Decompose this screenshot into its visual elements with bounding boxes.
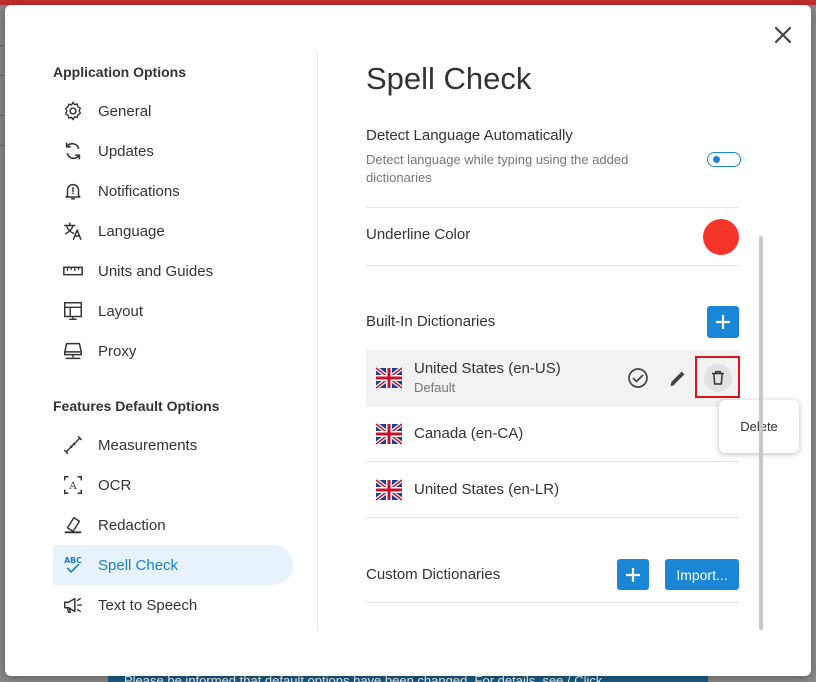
builtin-dictionaries-title: Built-In Dictionaries — [366, 313, 496, 330]
sidebar-item-label: Proxy — [98, 342, 137, 360]
abc-check-icon: ABC — [61, 553, 85, 577]
sidebar-item-text-to-speech[interactable]: Text to Speech — [53, 585, 293, 625]
sidebar-item-label: Redaction — [98, 516, 166, 534]
proxy-icon — [61, 339, 85, 363]
features-default-options-heading: Features Default Options — [53, 398, 220, 414]
pencil-icon — [670, 371, 685, 387]
uk-flag-icon — [376, 477, 402, 502]
uk-flag-icon — [376, 421, 402, 446]
import-button[interactable]: Import... — [665, 559, 739, 590]
check-circle-icon — [628, 368, 648, 388]
sidebar-item-label: Language — [98, 222, 165, 240]
sidebar-item-measurements[interactable]: Measurements — [53, 425, 293, 465]
toggle-knob — [713, 156, 720, 163]
options-dialog: Application Options General Updates Noti… — [5, 5, 811, 676]
sidebar-item-label: Spell Check — [98, 556, 179, 574]
sidebar-item-label: Measurements — [98, 436, 198, 454]
plus-icon — [716, 315, 730, 329]
dictionary-name: Canada (en-CA) — [414, 425, 524, 442]
separator — [366, 207, 739, 208]
sidebar-item-layout[interactable]: Layout — [53, 291, 293, 331]
set-default-button[interactable] — [624, 364, 652, 392]
edit-dictionary-button[interactable] — [664, 364, 692, 392]
underline-color-swatch[interactable] — [703, 219, 739, 255]
sidebar-item-notifications[interactable]: Notifications — [53, 171, 293, 211]
sidebar-item-label: Units and Guides — [98, 262, 214, 280]
sidebar-item-label: General — [98, 102, 152, 120]
ruler-icon — [61, 259, 85, 283]
layout-icon — [61, 299, 85, 323]
translate-icon — [61, 219, 85, 243]
dictionary-row-en-ca[interactable]: Canada (en-CA) — [366, 406, 739, 462]
sidebar-item-general[interactable]: General — [53, 91, 293, 131]
dictionary-row-en-lr[interactable]: United States (en-LR) — [366, 462, 739, 518]
dictionary-row-en-us[interactable]: United States (en-US) Default — [366, 350, 739, 406]
sidebar-item-proxy[interactable]: Proxy — [53, 331, 293, 371]
page-title: Spell Check — [366, 61, 532, 96]
measure-icon — [61, 433, 85, 457]
dictionary-name: United States (en-LR) — [414, 481, 560, 498]
separator — [366, 265, 739, 266]
delete-button-highlight — [695, 356, 740, 398]
sidebar-item-language[interactable]: Language — [53, 211, 293, 251]
refresh-icon — [61, 139, 85, 163]
add-custom-dictionary-button[interactable] — [617, 559, 649, 590]
application-options-heading: Application Options — [53, 64, 186, 80]
sidebar-divider — [317, 53, 318, 630]
sidebar-item-label: Notifications — [98, 182, 180, 200]
detect-language-title: Detect Language Automatically — [366, 127, 573, 144]
sidebar-item-label: OCR — [98, 476, 132, 494]
detect-language-description: Detect language while typing using the a… — [366, 152, 629, 185]
uk-flag-icon — [376, 365, 402, 390]
gear-icon — [61, 99, 85, 123]
detect-language-toggle[interactable] — [707, 152, 741, 167]
sidebar-item-label: Updates — [98, 142, 154, 160]
content-scrollbar[interactable] — [759, 236, 763, 630]
underline-color-title: Underline Color — [366, 226, 471, 243]
sidebar-item-label: Text to Speech — [98, 596, 198, 614]
sidebar-item-label: Layout — [98, 302, 144, 320]
svg-text:A: A — [68, 481, 77, 492]
sidebar-item-updates[interactable]: Updates — [53, 131, 293, 171]
bell-icon — [61, 179, 85, 203]
megaphone-icon — [61, 593, 85, 617]
sidebar-item-ocr[interactable]: A OCR — [53, 465, 293, 505]
add-builtin-dictionary-button[interactable] — [707, 306, 739, 338]
ocr-icon: A — [61, 473, 85, 497]
sidebar-item-redaction[interactable]: Redaction — [53, 505, 293, 545]
sidebar-item-spell-check[interactable]: ABC Spell Check — [53, 545, 293, 585]
dictionary-name: United States (en-US) — [414, 360, 561, 377]
plus-icon — [626, 567, 640, 582]
svg-text:ABC: ABC — [64, 556, 82, 565]
eraser-icon — [61, 513, 85, 537]
dictionary-default-label: Default — [414, 380, 456, 395]
sidebar-item-units-and-guides[interactable]: Units and Guides — [53, 251, 293, 291]
close-button[interactable] — [771, 23, 795, 47]
custom-dictionaries-title: Custom Dictionaries — [366, 566, 501, 583]
separator — [366, 602, 739, 603]
close-icon — [774, 26, 792, 44]
